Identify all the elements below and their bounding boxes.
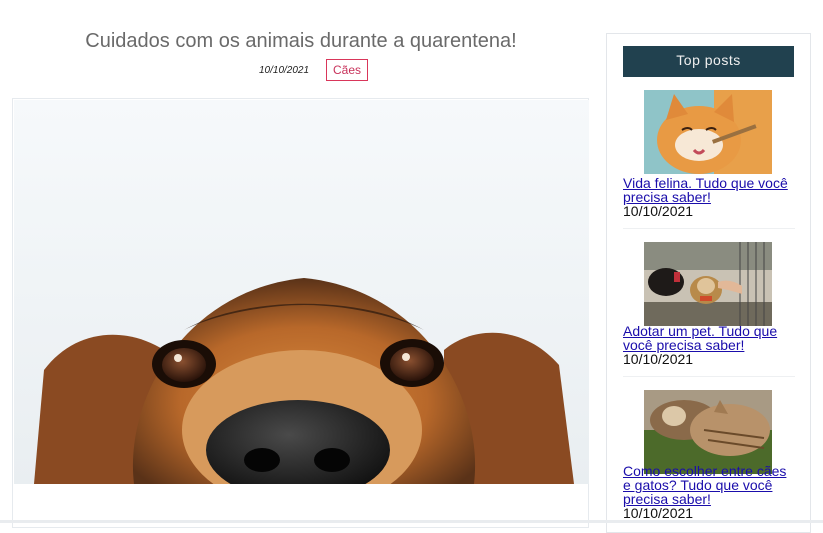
post-title: Cuidados com os animais durante a quaren… [85,30,517,52]
post-image-frame [12,98,589,528]
post-meta: 10/10/2021 Cães [12,59,590,83]
post-image-dog [14,100,589,484]
top-post-item: Adotar um pet. Tudo que você precisa sab… [623,242,795,372]
top-post-date: 10/10/2021 [623,351,694,367]
category-tag[interactable]: Cães [326,59,369,81]
top-post-link[interactable]: Vida felina. Tudo que você precisa saber… [623,176,798,204]
post-thumbnail-cat[interactable] [644,90,772,174]
top-post-date: 10/10/2021 [623,505,694,521]
top-post-item: Como escolher entre cães e gatos? Tudo q… [623,390,795,530]
top-post-date: 10/10/2021 [623,203,694,219]
divider [623,376,795,377]
top-post-link[interactable]: Como escolher entre cães e gatos? Tudo q… [623,464,798,506]
post-thumbnail-adoption[interactable] [644,242,772,326]
top-post-item: Vida felina. Tudo que você precisa saber… [623,90,795,220]
post-date: 10/10/2021 [259,65,310,76]
post-thumbnail-cat-and-dog[interactable] [644,390,772,474]
divider [623,228,795,229]
sidebar: Top posts Vida felina. Tudo que você pre… [606,33,811,533]
sidebar-title: Top posts [623,46,794,77]
top-post-link[interactable]: Adotar um pet. Tudo que você precisa sab… [623,324,798,352]
